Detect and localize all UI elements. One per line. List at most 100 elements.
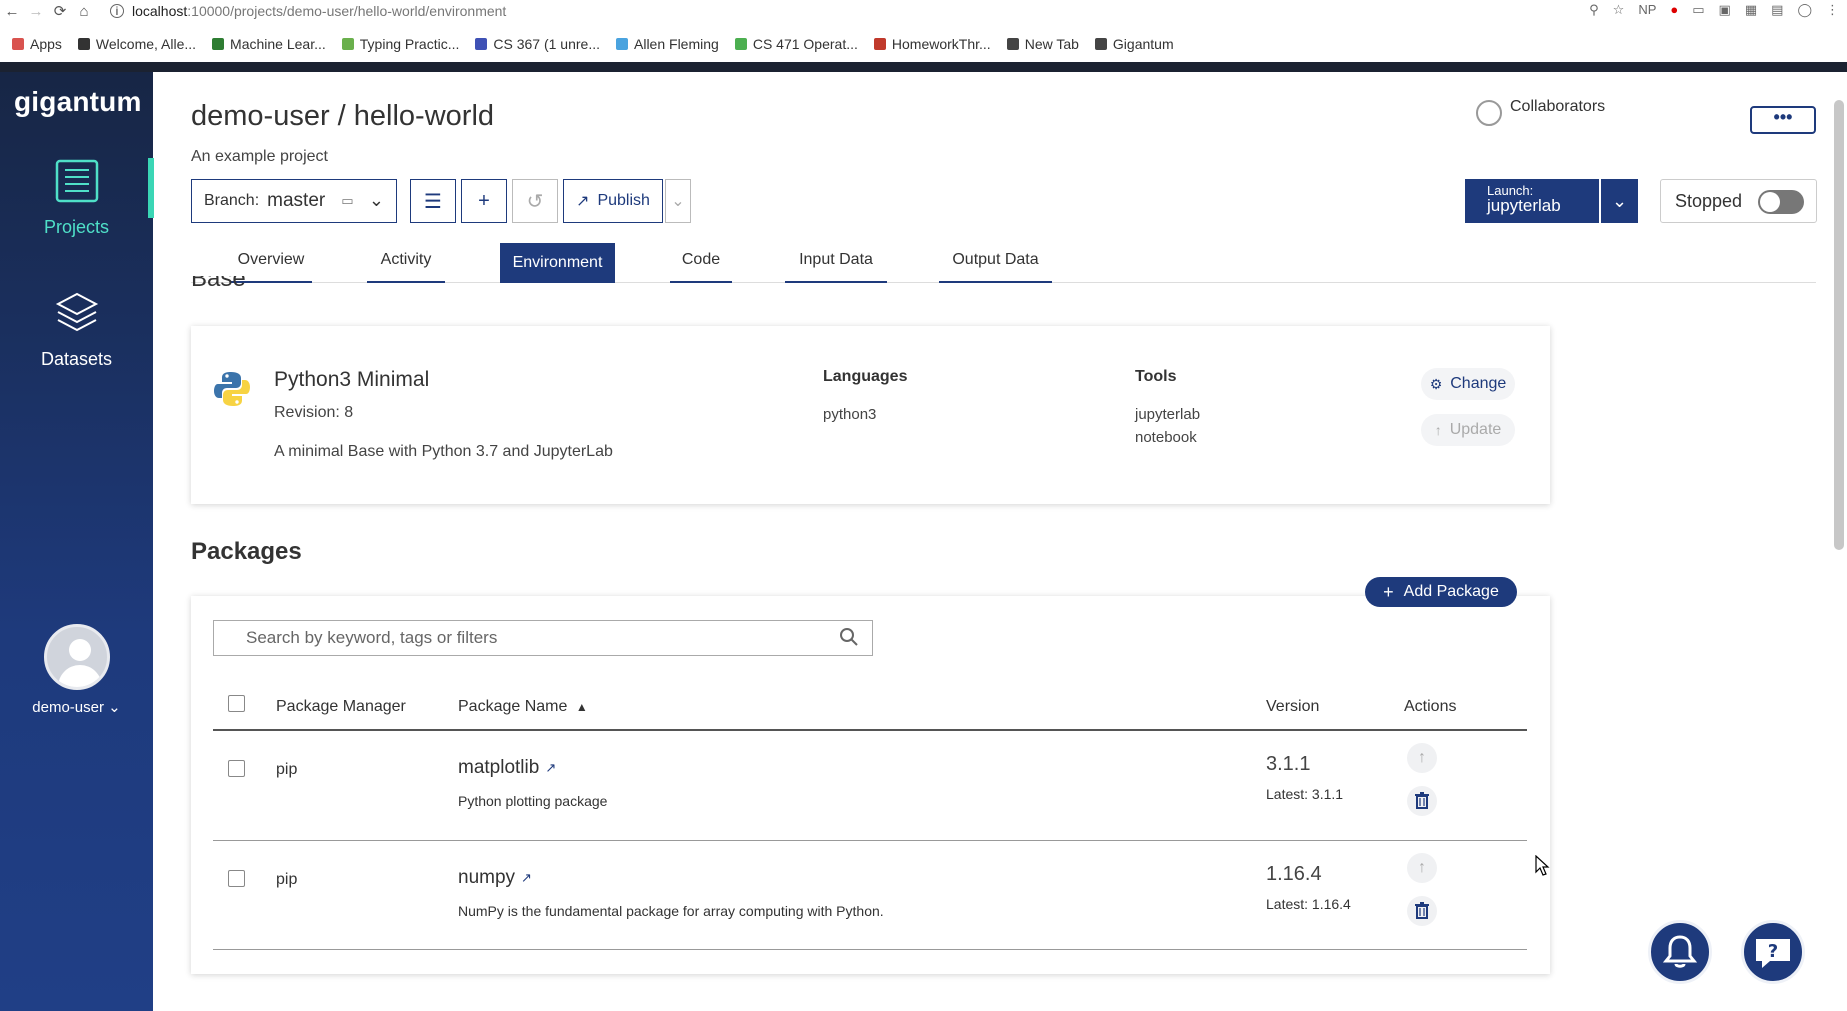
package-version: 3.1.1 — [1266, 753, 1311, 775]
gear-icon: ⚙ — [1429, 375, 1443, 392]
username: demo-user — [32, 699, 104, 716]
svg-text:?: ? — [1768, 941, 1778, 962]
tab-input-data[interactable]: Input Data — [785, 243, 887, 283]
container-status[interactable]: Stopped — [1660, 179, 1817, 223]
tab-activity[interactable]: Activity — [367, 243, 445, 283]
bookmark-item[interactable]: Welcome, Alle... — [77, 36, 196, 52]
reload-icon[interactable]: ⟳ — [48, 2, 72, 20]
bookmark-icon — [1006, 38, 1019, 50]
branch-label: Branch: — [204, 192, 260, 209]
profile-icon[interactable]: ◯ — [1797, 2, 1812, 18]
update-package-button[interactable]: ↑ — [1407, 853, 1437, 883]
publish-button[interactable]: ↗ Publish — [563, 179, 663, 223]
extension-icon[interactable]: ▭ — [1692, 2, 1704, 18]
package-search-input[interactable] — [213, 620, 873, 656]
bell-icon — [1662, 935, 1698, 968]
extension-icon[interactable]: ▤ — [1771, 2, 1783, 18]
extension-icon[interactable]: ● — [1670, 2, 1678, 18]
row-checkbox[interactable] — [228, 760, 245, 777]
packages-card: Package Manager Package Name ▲ Version A… — [191, 596, 1550, 974]
search-icon[interactable] — [838, 626, 860, 648]
select-all-checkbox[interactable] — [228, 695, 245, 712]
address-bar[interactable]: i localhost:10000/projects/demo-user/hel… — [110, 3, 506, 19]
bookmark-label: Allen Fleming — [634, 36, 719, 52]
container-toggle[interactable] — [1758, 190, 1804, 214]
extension-icon[interactable]: ▣ — [1719, 2, 1731, 18]
base-name: Python3 Minimal — [274, 368, 430, 391]
bookmark-label: HomeworkThr... — [891, 36, 991, 52]
home-icon[interactable]: ⌂ — [72, 3, 96, 20]
menu-kebab-icon[interactable]: ⋮ — [1826, 2, 1839, 18]
user-icon — [1476, 100, 1502, 126]
update-base-button[interactable]: ↑ Update — [1421, 414, 1515, 446]
add-package-button[interactable]: + Add Package — [1365, 577, 1517, 607]
gigantum-logo[interactable]: gigantum — [14, 86, 142, 118]
page-scrollbar[interactable] — [1834, 100, 1844, 550]
change-base-button[interactable]: ⚙ Change — [1421, 368, 1515, 400]
section-heading-base: Base — [191, 276, 246, 292]
package-name-link[interactable]: numpy ↗ — [458, 867, 532, 889]
bookmark-icon — [77, 38, 90, 50]
bookmark-item[interactable]: Allen Fleming — [616, 36, 719, 52]
chevron-down-icon: ⌄ — [1611, 191, 1628, 211]
column-header-manager[interactable]: Package Manager — [276, 698, 406, 716]
reset-branch-button[interactable]: ↺ — [512, 179, 558, 223]
column-header-name[interactable]: Package Name ▲ — [458, 698, 588, 716]
package-name: matplotlib — [458, 757, 540, 778]
tab-environment[interactable]: Environment — [500, 243, 615, 283]
package-name-link[interactable]: matplotlib ↗ — [458, 757, 556, 779]
sidebar-item-label: Projects — [43, 217, 110, 237]
sidebar-item-label: Datasets — [40, 349, 113, 369]
zoom-icon[interactable]: ⚲ — [1589, 2, 1599, 18]
delete-package-button[interactable] — [1407, 896, 1437, 926]
back-icon[interactable]: ← — [0, 3, 24, 20]
extension-icon[interactable]: ▦ — [1745, 2, 1757, 18]
launch-dropdown-button[interactable]: ⌄ — [1601, 179, 1638, 223]
bookmark-item[interactable]: Machine Lear... — [212, 36, 326, 52]
bookmark-item[interactable]: CS 471 Operat... — [734, 36, 858, 52]
notifications-button[interactable] — [1648, 920, 1712, 984]
plus-icon: + — [478, 189, 490, 212]
bookmark-label: CS 471 Operat... — [752, 36, 858, 52]
bookmark-icon — [1094, 38, 1107, 50]
sidebar-item-projects[interactable]: Projects — [0, 158, 153, 238]
bookmarks-bar: Apps Welcome, Alle... Machine Lear... Typin… — [0, 30, 1847, 58]
branch-selector[interactable]: Branch: master ▭ ⌄ — [191, 179, 397, 223]
bookmark-item[interactable]: New Tab — [1006, 36, 1079, 52]
collaborators-button[interactable]: Collaborators — [1476, 98, 1605, 126]
publish-dropdown-button[interactable]: ⌄ — [665, 179, 691, 223]
create-branch-button[interactable]: + — [461, 179, 507, 223]
package-version: 1.16.4 — [1266, 863, 1322, 885]
forward-icon[interactable]: → — [24, 3, 48, 20]
browser-toolbar: ← → ⟳ ⌂ i localhost:10000/projects/demo-… — [0, 0, 1847, 22]
row-checkbox[interactable] — [228, 870, 245, 887]
bookmark-label: Typing Practic... — [359, 36, 460, 52]
mouse-cursor-icon — [1535, 855, 1550, 876]
info-icon[interactable]: i — [110, 4, 124, 18]
update-package-button[interactable]: ↑ — [1407, 743, 1437, 773]
user-menu[interactable]: demo-user ⌄ — [0, 624, 153, 716]
trash-icon — [1415, 902, 1429, 919]
sidebar-item-datasets[interactable]: Datasets — [0, 290, 153, 370]
bookmark-item[interactable]: Typing Practic... — [341, 36, 460, 52]
section-heading-packages: Packages — [191, 538, 302, 565]
arrow-up-icon: ↑ — [1418, 859, 1426, 876]
more-options-button[interactable]: ••• — [1750, 106, 1816, 134]
bookmark-label: Gigantum — [1112, 36, 1174, 52]
bookmark-item[interactable]: Apps — [12, 36, 62, 52]
base-description: A minimal Base with Python 3.7 and Jupyt… — [274, 443, 613, 460]
tab-output-data[interactable]: Output Data — [939, 243, 1052, 283]
bookmark-item[interactable]: HomeworkThr... — [873, 36, 991, 52]
delete-package-button[interactable] — [1407, 786, 1437, 816]
bookmark-item[interactable]: Gigantum — [1094, 36, 1174, 52]
help-button[interactable]: ? — [1741, 920, 1805, 984]
bookmark-icon — [12, 38, 24, 50]
star-icon[interactable]: ☆ — [1613, 2, 1625, 18]
launch-button[interactable]: Launch: jupyterlab — [1465, 179, 1599, 223]
status-label: Stopped — [1675, 190, 1743, 211]
trash-icon — [1415, 792, 1429, 809]
extension-np[interactable]: NP — [1638, 2, 1656, 18]
tab-code[interactable]: Code — [670, 243, 732, 283]
branch-list-button[interactable]: ☰ — [410, 179, 456, 223]
bookmark-item[interactable]: CS 367 (1 unre... — [475, 36, 600, 52]
